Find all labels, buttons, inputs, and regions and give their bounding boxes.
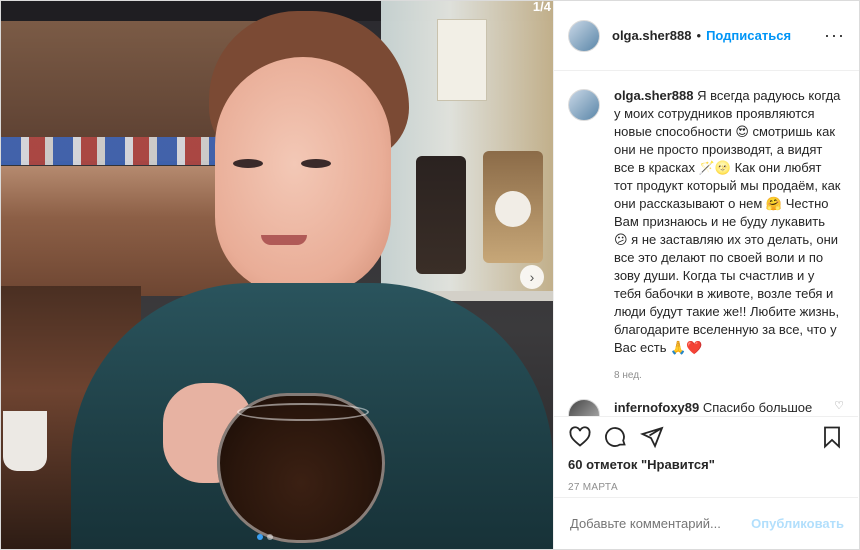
post-date: 27 МАРТА — [568, 482, 618, 493]
person-eye-left — [233, 159, 263, 168]
header-bullet: • — [696, 28, 702, 43]
caption-body: olga.sher888 Я всегда радуюсь когда у мо… — [614, 87, 842, 385]
publish-button[interactable]: Опубликовать — [751, 516, 844, 531]
caption-username[interactable]: olga.sher888 — [614, 88, 694, 103]
comment-input[interactable] — [568, 515, 752, 532]
comment-icon[interactable] — [604, 425, 628, 449]
caption-text: Я всегда радуюсь когда у моих сотруднико… — [614, 88, 841, 355]
carousel-dot[interactable] — [267, 534, 273, 540]
photo-coffee-jar-light — [483, 151, 543, 263]
instagram-post: 1/4 › olga.sher888 • Подписаться ··· olg… — [0, 0, 860, 550]
comment-username[interactable]: infernofoxy89 — [614, 400, 699, 415]
comment-like-icon[interactable]: ♡ — [834, 399, 844, 412]
post-photo[interactable]: 1/4 › — [1, 1, 553, 549]
photo-shelf-goods — [1, 137, 231, 165]
heart-icon[interactable] — [568, 425, 592, 449]
post-caption: olga.sher888 Я всегда радуюсь когда у мо… — [554, 71, 858, 385]
share-icon[interactable] — [640, 425, 664, 449]
person-eye-right — [301, 159, 331, 168]
action-icons — [554, 417, 858, 449]
add-comment-bar: Опубликовать — [554, 497, 858, 549]
post-actions: 60 отметок "Нравится" 27 МАРТА — [554, 416, 858, 493]
person-mouth — [261, 235, 307, 245]
next-slide-button[interactable]: › — [520, 265, 544, 289]
photo-poster — [437, 19, 487, 101]
avatar[interactable] — [568, 399, 600, 416]
post-header: olga.sher888 • Подписаться ··· — [554, 1, 859, 71]
carousel-dot[interactable] — [257, 534, 263, 540]
more-horizontal-icon[interactable]: ··· — [824, 25, 845, 46]
likes-count[interactable]: 60 отметок "Нравится" — [554, 449, 858, 472]
photo-cup — [3, 411, 47, 471]
chevron-right-icon: › — [529, 269, 535, 285]
avatar[interactable] — [568, 89, 600, 121]
header-username[interactable]: olga.sher888 — [612, 28, 692, 43]
carousel-dots — [257, 534, 273, 540]
person-face — [215, 57, 391, 295]
photo-coffee-jar-dark — [416, 156, 466, 274]
comments-section[interactable]: olga.sher888 Я всегда радуюсь когда у мо… — [554, 71, 858, 416]
bookmark-icon[interactable] — [820, 425, 844, 449]
coffee-bean-glass — [217, 393, 385, 543]
comment-body: infernofoxy89 Спасибо большое — [614, 399, 812, 416]
follow-button[interactable]: Подписаться — [706, 28, 791, 43]
carousel-counter: 1/4 — [532, 1, 551, 14]
post-side-panel: olga.sher888 • Подписаться ··· olga.sher… — [553, 1, 859, 549]
comment-text: Спасибо большое — [702, 400, 813, 415]
comment-item: infernofoxy89 Спасибо большое ♡ — [554, 385, 858, 416]
avatar[interactable] — [568, 19, 600, 52]
caption-age: 8 нед. — [614, 370, 642, 381]
